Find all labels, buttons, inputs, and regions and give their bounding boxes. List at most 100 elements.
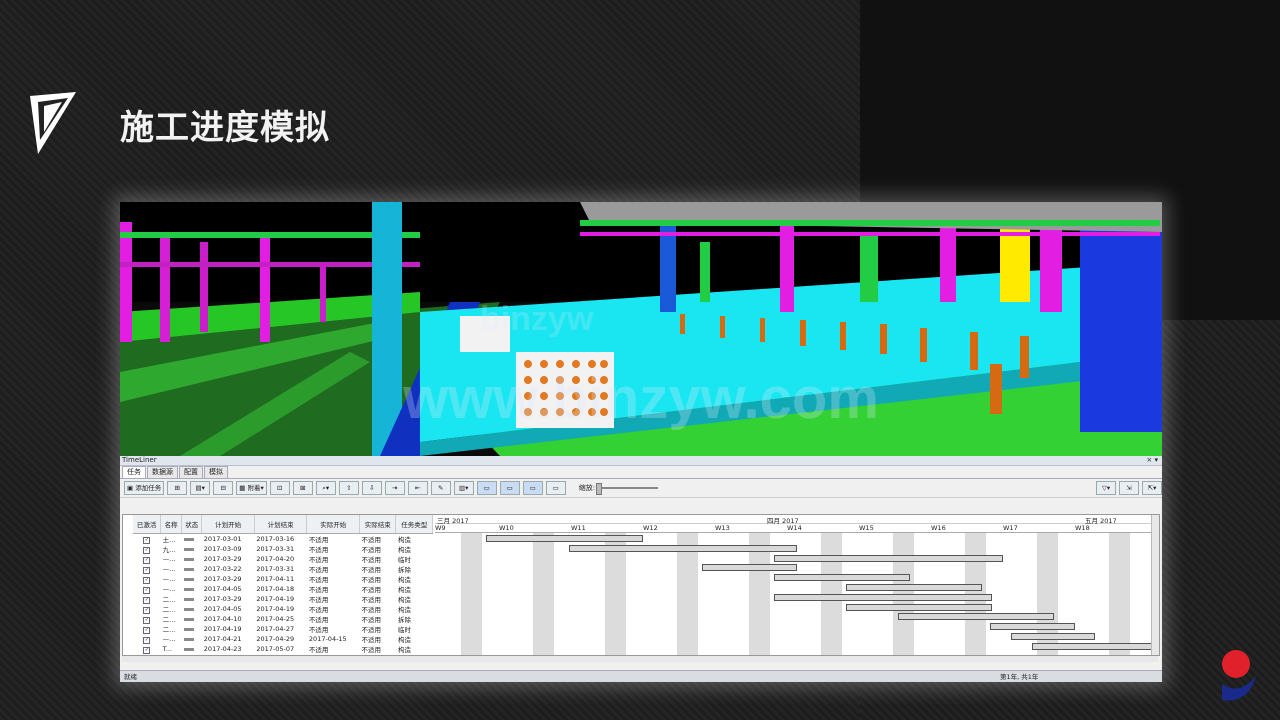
zoom-slider-thumb[interactable] <box>596 483 603 495</box>
filter-icon[interactable]: ▽▾ <box>1096 481 1116 495</box>
task-row[interactable]: ✓ 二... 2017-04-19 2017-04-27 不适用 不适用 临时 <box>133 624 433 634</box>
gantt-bar[interactable] <box>774 593 993 601</box>
insert-task-icon[interactable]: ⊞ <box>167 481 188 495</box>
task-row[interactable]: ✓ —... 2017-03-22 2017-03-31 不适用 不适用 拆除 <box>133 564 433 574</box>
task-type: 临时 <box>397 626 411 634</box>
task-row[interactable]: ✓ 九... 2017-03-09 2017-03-31 不适用 不适用 构造 <box>133 544 433 554</box>
actual-start: 不适用 <box>308 586 329 594</box>
gantt-bar[interactable] <box>990 623 1075 631</box>
level-up-icon[interactable]: ⇧ <box>338 481 359 495</box>
col-plan-start[interactable]: 计划开始 <box>201 515 255 534</box>
task-row[interactable]: ✓ 二... 2017-04-10 2017-04-25 不适用 不适用 拆除 <box>133 614 433 624</box>
task-row[interactable]: ✓ T... 2017-04-23 2017-05-07 不适用 不适用 构造 <box>133 644 433 654</box>
checkbox[interactable]: ✓ <box>143 546 151 554</box>
hide-gantt-icon[interactable]: ▭ <box>545 481 566 495</box>
attach-button[interactable]: ▦ 附着▾ <box>236 481 267 495</box>
actual-end: 不适用 <box>361 646 381 654</box>
tab-simulate[interactable]: 模拟 <box>204 466 228 478</box>
actual-end: 不适用 <box>361 566 381 574</box>
plan-start: 2017-04-21 <box>203 635 242 643</box>
active-checkbox[interactable]: ✓ <box>133 554 161 564</box>
checkbox[interactable]: ✓ <box>143 586 151 594</box>
gantt-bar[interactable] <box>568 544 797 552</box>
checkbox[interactable]: ✓ <box>143 576 151 584</box>
show-planned-icon[interactable]: ▭ <box>476 481 497 495</box>
checkbox[interactable]: ✓ <box>143 646 151 654</box>
checkbox[interactable]: ✓ <box>143 616 151 624</box>
task-type: 拆除 <box>397 566 411 574</box>
active-checkbox[interactable]: ✓ <box>133 544 161 554</box>
comment-icon[interactable]: ✎ <box>430 481 451 495</box>
col-plan-end[interactable]: 计划结束 <box>254 515 308 534</box>
gantt-bar[interactable] <box>774 574 911 582</box>
gantt-bar[interactable] <box>702 564 797 572</box>
checkbox[interactable]: ✓ <box>143 626 151 634</box>
active-checkbox[interactable]: ✓ <box>133 624 161 634</box>
plan-start: 2017-04-10 <box>203 615 242 623</box>
gantt-bar[interactable] <box>1031 642 1151 650</box>
show-actual-icon[interactable]: ▭ <box>499 481 520 495</box>
add-task-button[interactable]: ▣ 添加任务 <box>124 481 165 495</box>
col-task-type[interactable]: 任务类型 <box>395 515 433 534</box>
checkbox[interactable]: ✓ <box>143 636 151 644</box>
active-checkbox[interactable]: ✓ <box>133 594 161 604</box>
find-items-icon[interactable]: ⌕▾ <box>315 481 336 495</box>
col-actual-end[interactable]: 实际结束 <box>359 515 397 534</box>
active-checkbox[interactable]: ✓ <box>133 614 161 624</box>
export-icon[interactable]: ⇱▾ <box>1142 481 1162 495</box>
reset-icon[interactable]: ⊠ <box>292 481 313 495</box>
outdent-icon[interactable]: ⇤ <box>407 481 428 495</box>
gantt-bar[interactable] <box>774 554 1003 562</box>
task-table: 已激活 名称 状态 计划开始 计划结束 实际开始 实际结束 任务类型 ✓ 土...… <box>133 515 433 654</box>
gantt-week-header: W9 W10 W11 W12 W13 W14 W15 W16 W17 W18 <box>435 524 1151 533</box>
task-row[interactable]: ✓ 二... 2017-04-05 2017-04-19 不适用 不适用 构造 <box>133 604 433 614</box>
checkbox[interactable]: ✓ <box>143 566 151 574</box>
actual-end: 不适用 <box>361 626 381 634</box>
tab-tasks[interactable]: 任务 <box>122 466 146 478</box>
task-row[interactable]: ✓ —... 2017-04-21 2017-04-29 2017-04-15 不适用 构造 <box>133 634 433 644</box>
auto-attach-icon[interactable]: ⊡ <box>269 481 290 495</box>
col-active[interactable]: 已激活 <box>133 515 162 534</box>
show-planned-vs-actual-icon[interactable]: ▭ <box>522 481 543 495</box>
plan-end: 2017-04-11 <box>256 575 295 583</box>
status-bar-icon <box>183 647 194 651</box>
task-row[interactable]: ✓ 土... 2017-03-01 2017-03-16 不适用 不适用 构造 <box>133 534 433 545</box>
active-checkbox[interactable]: ✓ <box>133 534 161 545</box>
task-row[interactable]: ✓ —... 2017-04-05 2017-04-18 不适用 不适用 构造 <box>133 584 433 594</box>
tab-data-sources[interactable]: 数据源 <box>147 466 178 478</box>
col-name[interactable]: 名称 <box>160 515 183 534</box>
auto-add-tasks-icon[interactable]: ▤▾ <box>190 481 211 495</box>
close-icon[interactable]: × ▾ <box>1146 456 1158 465</box>
gantt-bar[interactable] <box>486 535 643 542</box>
columns-icon[interactable]: ▥▾ <box>453 481 474 495</box>
active-checkbox[interactable]: ✓ <box>133 644 161 654</box>
task-row[interactable]: ✓ —... 2017-03-29 2017-04-20 不适用 不适用 临时 <box>133 554 433 564</box>
gantt-bar[interactable] <box>846 584 983 591</box>
plan-end: 2017-03-31 <box>256 545 295 553</box>
horizontal-scrollbar[interactable] <box>122 656 1158 662</box>
import-icon[interactable]: ⇲ <box>1119 481 1139 495</box>
checkbox[interactable]: ✓ <box>143 556 151 564</box>
task-view: 已激活 名称 状态 计划开始 计划结束 实际开始 实际结束 任务类型 ✓ 土...… <box>122 514 1160 656</box>
tab-configure[interactable]: 配置 <box>179 466 203 478</box>
checkbox[interactable]: ✓ <box>143 606 151 614</box>
vertical-scrollbar[interactable] <box>1151 515 1159 655</box>
task-row[interactable]: ✓ —... 2017-03-29 2017-04-11 不适用 不适用 构造 <box>133 574 433 584</box>
col-status[interactable]: 状态 <box>181 515 203 534</box>
delete-task-icon[interactable]: ⊟ <box>213 481 234 495</box>
active-checkbox[interactable]: ✓ <box>133 564 161 574</box>
active-checkbox[interactable]: ✓ <box>133 584 161 594</box>
zoom-slider[interactable] <box>596 483 659 495</box>
gantt-bar[interactable] <box>846 603 993 611</box>
active-checkbox[interactable]: ✓ <box>133 634 161 644</box>
col-actual-start[interactable]: 实际开始 <box>306 515 360 534</box>
checkbox[interactable]: ✓ <box>143 596 151 604</box>
gantt-bar[interactable] <box>897 613 1055 621</box>
indent-icon[interactable]: ⇥ <box>384 481 405 495</box>
active-checkbox[interactable]: ✓ <box>133 574 161 584</box>
gantt-bar[interactable] <box>1011 633 1096 640</box>
level-down-icon[interactable]: ⇩ <box>361 481 382 495</box>
task-row[interactable]: ✓ 二... 2017-03-29 2017-04-19 不适用 不适用 构造 <box>133 594 433 604</box>
checkbox[interactable]: ✓ <box>143 536 151 544</box>
active-checkbox[interactable]: ✓ <box>133 604 161 614</box>
